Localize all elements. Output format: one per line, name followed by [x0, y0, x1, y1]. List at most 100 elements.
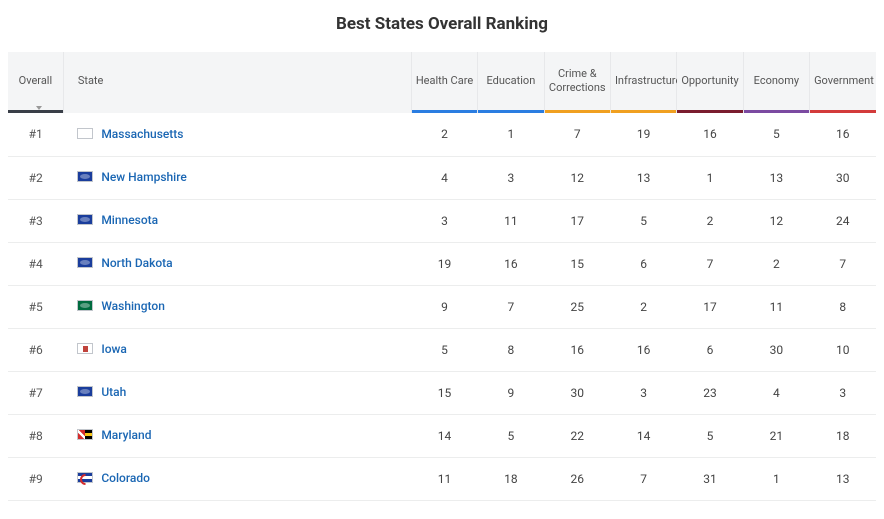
state-name: Utah [101, 385, 126, 399]
cell-economy: 1 [743, 457, 809, 500]
col-infrastructure[interactable]: Infrastructure [610, 52, 676, 113]
cell-economy: 4 [743, 371, 809, 414]
col-infra-label: Infrastructure [615, 74, 681, 87]
cell-rank: #4 [8, 242, 63, 285]
cell-rank: #9 [8, 457, 63, 500]
state-link[interactable]: Utah [77, 385, 126, 399]
cell-rank: #5 [8, 285, 63, 328]
state-link[interactable]: Maryland [77, 428, 151, 442]
cell-state: Maryland [63, 414, 411, 457]
cell-infrastructure: 19 [610, 113, 676, 156]
cell-state: North Dakota [63, 242, 411, 285]
col-health-care[interactable]: Health Care [411, 52, 477, 113]
cell-state: Iowa [63, 328, 411, 371]
col-underline [412, 110, 477, 113]
state-flag-icon [77, 386, 93, 397]
cell-health: 3 [411, 199, 477, 242]
cell-rank: #6 [8, 328, 63, 371]
cell-government: 3 [810, 371, 876, 414]
table-row: #9Colorado111826731113 [8, 457, 876, 500]
cell-health: 2 [411, 113, 477, 156]
table-row: #8Maryland145221452118 [8, 414, 876, 457]
cell-infrastructure: 6 [610, 242, 676, 285]
cell-opportunity: 23 [677, 371, 743, 414]
cell-economy: 30 [743, 328, 809, 371]
state-link[interactable]: Minnesota [77, 213, 158, 227]
cell-health: 4 [411, 156, 477, 199]
cell-opportunity: 31 [677, 457, 743, 500]
cell-government: 18 [810, 414, 876, 457]
col-education-label: Education [486, 74, 535, 87]
col-government[interactable]: Government [810, 52, 876, 113]
cell-infrastructure: 16 [610, 328, 676, 371]
state-link[interactable]: North Dakota [77, 256, 172, 270]
cell-economy: 13 [743, 156, 809, 199]
cell-opportunity: 6 [677, 328, 743, 371]
state-flag-icon [77, 300, 93, 311]
state-link[interactable]: New Hampshire [77, 170, 186, 184]
cell-crime: 15 [544, 242, 610, 285]
state-flag-icon [77, 343, 93, 354]
cell-infrastructure: 5 [610, 199, 676, 242]
col-underline [744, 110, 809, 113]
cell-economy: 11 [743, 285, 809, 328]
state-name: Colorado [101, 471, 150, 485]
col-overall[interactable]: Overall [8, 52, 63, 113]
state-link[interactable]: Colorado [77, 471, 150, 485]
cell-education: 18 [478, 457, 544, 500]
cell-rank: #7 [8, 371, 63, 414]
cell-government: 10 [810, 328, 876, 371]
col-gov-label: Government [814, 74, 874, 87]
cell-crime: 7 [544, 113, 610, 156]
col-underline [611, 110, 676, 113]
cell-opportunity: 16 [677, 113, 743, 156]
cell-opportunity: 5 [677, 414, 743, 457]
cell-rank: #2 [8, 156, 63, 199]
cell-education: 9 [478, 371, 544, 414]
cell-health: 11 [411, 457, 477, 500]
cell-government: 16 [810, 113, 876, 156]
state-link[interactable]: Massachusetts [77, 127, 183, 141]
col-econ-label: Economy [754, 74, 799, 87]
col-underline [810, 110, 876, 113]
state-name: Minnesota [101, 213, 158, 227]
state-name: Maryland [101, 428, 151, 442]
col-underline [478, 110, 543, 113]
table-row: #5Washington9725217118 [8, 285, 876, 328]
col-education[interactable]: Education [478, 52, 544, 113]
table-row: #3Minnesota31117521224 [8, 199, 876, 242]
col-opportunity[interactable]: Opportunity [677, 52, 743, 113]
cell-state: Minnesota [63, 199, 411, 242]
state-flag-icon [77, 472, 93, 483]
table-header-row: Overall State Health Care Education Crim… [8, 52, 876, 113]
state-flag-icon [77, 128, 93, 139]
cell-infrastructure: 13 [610, 156, 676, 199]
state-name: Massachusetts [101, 127, 183, 141]
col-underline [545, 110, 610, 113]
col-economy[interactable]: Economy [743, 52, 809, 113]
cell-rank: #1 [8, 113, 63, 156]
cell-education: 7 [478, 285, 544, 328]
cell-education: 3 [478, 156, 544, 199]
state-flag-icon [77, 257, 93, 268]
table-row: #2New Hampshire43121311330 [8, 156, 876, 199]
state-link[interactable]: Iowa [77, 342, 127, 356]
state-name: North Dakota [101, 256, 172, 270]
table-row: #6Iowa58161663010 [8, 328, 876, 371]
cell-health: 5 [411, 328, 477, 371]
col-crime-corrections[interactable]: Crime & Corrections [544, 52, 610, 113]
state-name: Iowa [101, 342, 127, 356]
table-row: #1Massachusetts2171916516 [8, 113, 876, 156]
col-overall-label: Overall [19, 74, 53, 87]
cell-rank: #3 [8, 199, 63, 242]
cell-opportunity: 1 [677, 156, 743, 199]
cell-infrastructure: 7 [610, 457, 676, 500]
cell-crime: 30 [544, 371, 610, 414]
cell-education: 5 [478, 414, 544, 457]
cell-rank: #8 [8, 414, 63, 457]
cell-health: 9 [411, 285, 477, 328]
cell-economy: 12 [743, 199, 809, 242]
cell-infrastructure: 14 [610, 414, 676, 457]
col-state[interactable]: State [63, 52, 411, 113]
state-link[interactable]: Washington [77, 299, 165, 313]
